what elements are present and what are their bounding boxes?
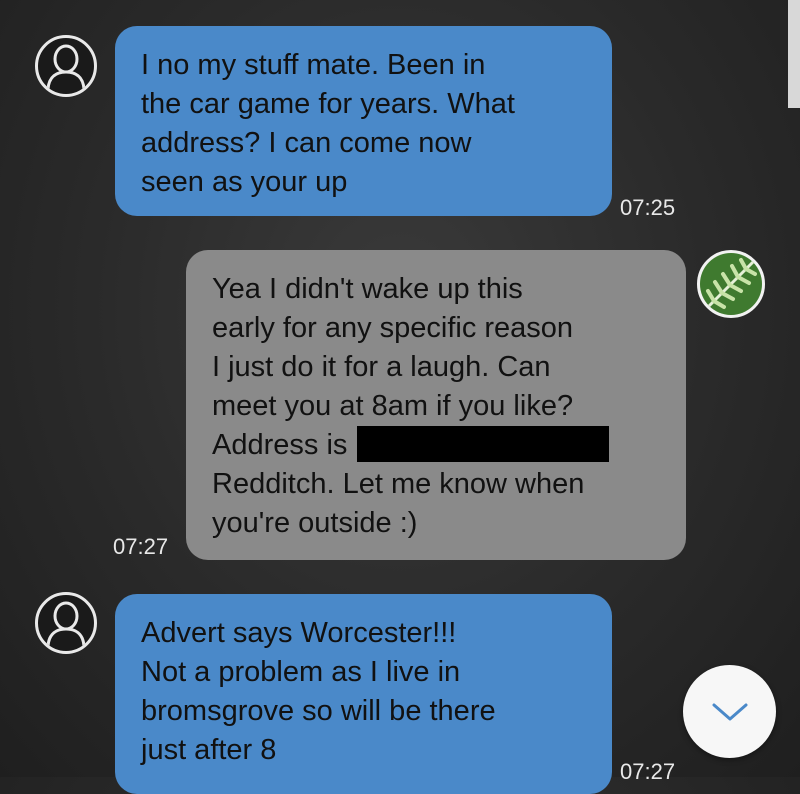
message-bubble-incoming[interactable]: Advert says Worcester!!! Not a problem a… — [115, 594, 612, 794]
fern-leaf-icon — [700, 253, 762, 315]
message-line-address: Address is — [212, 426, 660, 465]
contact-avatar[interactable] — [35, 592, 97, 654]
person-silhouette-icon — [46, 44, 86, 90]
message-line: Not a problem as I live in — [141, 656, 461, 688]
message-bubble-incoming[interactable]: I no my stuff mate. Been in the car game… — [115, 26, 612, 216]
message-line: meet you at 8am if you like? — [212, 390, 574, 422]
message-timestamp: 07:25 — [620, 195, 676, 220]
person-silhouette-icon — [46, 601, 86, 647]
chat-thread: I no my stuff mate. Been in the car game… — [0, 0, 800, 794]
message-line: I just do it for a laugh. Can — [212, 351, 551, 383]
message-line: seen as your up — [141, 166, 348, 198]
address-label: Address is — [212, 429, 348, 461]
screen-edge — [788, 0, 800, 108]
message-line: Yea I didn't wake up this — [212, 273, 523, 305]
message-timestamp: 07:27 — [113, 534, 169, 559]
message-line: just after 8 — [141, 734, 277, 766]
redaction-bar — [357, 426, 610, 462]
message-line: early for any specific reason — [212, 312, 574, 344]
message-bubble-outgoing[interactable]: Yea I didn't wake up this early for any … — [186, 250, 686, 560]
message-line: the car game for years. What — [141, 88, 515, 120]
chevron-down-icon — [712, 703, 747, 720]
contact-avatar[interactable] — [35, 35, 97, 97]
message-line: Advert says Worcester!!! — [141, 617, 457, 649]
message-timestamp: 07:27 — [620, 759, 676, 784]
own-avatar[interactable] — [697, 250, 765, 318]
message-line: address? I can come now — [141, 127, 472, 159]
message-line: bromsgrove so will be there — [141, 695, 496, 727]
message-line: you're outside :) — [212, 507, 418, 539]
message-line: Redditch. Let me know when — [212, 468, 585, 500]
message-line: I no my stuff mate. Been in — [141, 49, 486, 81]
scroll-to-bottom-button[interactable] — [683, 665, 776, 758]
